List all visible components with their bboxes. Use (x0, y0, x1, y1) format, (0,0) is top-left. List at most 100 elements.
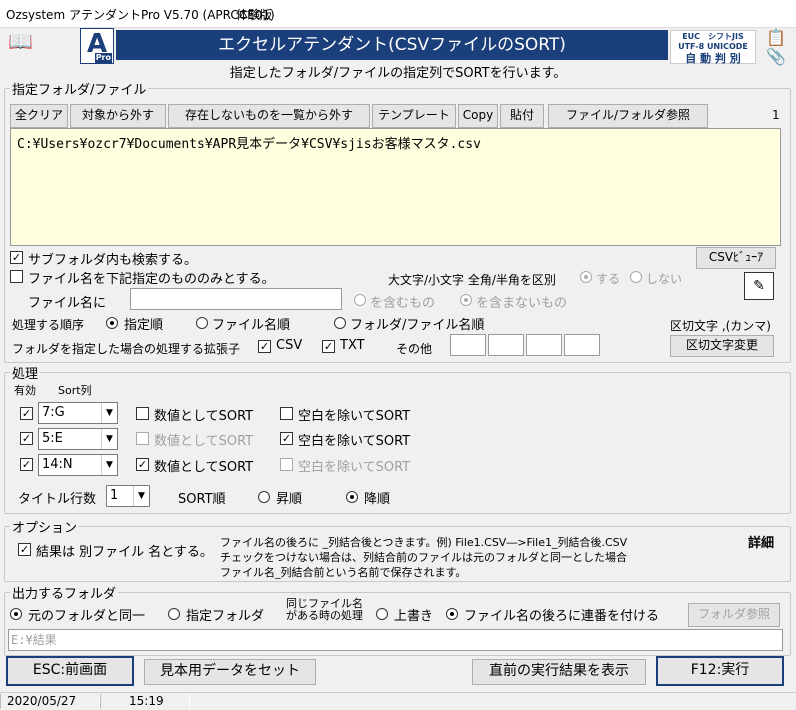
title-bar: Ozsystem アテンダントPro V5.70 (APRCCE01) 体験版 (0, 0, 796, 28)
order-filename-radio[interactable] (196, 317, 208, 329)
ext-other-input-1[interactable] (450, 334, 486, 356)
name-filter-checkbox[interactable] (10, 270, 23, 283)
row1-enabled-checkbox[interactable]: ✓ (20, 407, 33, 420)
contains-radio[interactable] (354, 294, 366, 306)
case-yes-radio[interactable] (580, 271, 592, 283)
sort-column-header: Sort列 (58, 384, 92, 397)
sort-order-label: SORT順 (178, 492, 226, 507)
case-yes-label: する (596, 272, 621, 286)
output-path-input[interactable]: E:¥結果 (8, 629, 783, 651)
status-bar: 2020/05/27 15:19 (0, 692, 796, 710)
book-icon[interactable]: 📖 (8, 30, 34, 52)
delimiter-change-button[interactable]: 区切文字変更 (670, 335, 774, 357)
overwrite-radio[interactable] (376, 608, 388, 620)
row2-trim-label: 空白を除いてSORT (298, 434, 411, 449)
options-legend: オプション (10, 517, 80, 536)
separate-file-checkbox[interactable]: ✓ (18, 543, 31, 556)
order-specified-radio[interactable] (106, 317, 118, 329)
ext-csv-checkbox[interactable]: ✓ (258, 340, 271, 353)
row3-numeric-label: 数値としてSORT (154, 460, 254, 475)
append-number-radio[interactable] (446, 608, 458, 620)
row2-column-select[interactable]: 5:E ▼ (38, 428, 118, 450)
specified-folder-radio[interactable] (168, 608, 180, 620)
status-time: 15:19 (100, 694, 190, 709)
app-logo: A Pro (80, 28, 114, 64)
case-no-label: しない (646, 272, 683, 286)
detail-link[interactable]: 詳細 (748, 532, 774, 551)
row2-enabled-checkbox[interactable]: ✓ (20, 432, 33, 445)
ext-other-input-4[interactable] (564, 334, 600, 356)
folder-browse-button[interactable]: フォルダ参照 (688, 603, 780, 627)
ext-other-label: その他 (396, 342, 433, 356)
subfolder-label: サブフォルダ内も検索する。 (28, 253, 198, 268)
row3-column-select[interactable]: 14:N ▼ (38, 454, 118, 476)
ext-other-input-2[interactable] (488, 334, 524, 356)
path-list[interactable]: C:¥Users¥ozcr7¥Documents¥APR見本データ¥CSV¥sj… (10, 128, 781, 246)
case-no-radio[interactable] (630, 271, 642, 283)
order-folder-label: フォルダ/ファイル名順 (350, 318, 485, 333)
not-contains-label: を含まないもの (476, 296, 568, 311)
same-folder-radio[interactable] (10, 608, 22, 620)
name-filter-label: ファイル名を下記指定のもののみとする。 (28, 272, 275, 287)
run-button[interactable]: F12:実行 (656, 656, 784, 686)
options-note-3: ファイル名_列結合前という名前で保存されます。 (220, 566, 467, 579)
row3-trim-label: 空白を除いてSORT (298, 460, 411, 475)
row2-numeric-checkbox[interactable] (136, 432, 149, 445)
order-folder-radio[interactable] (334, 317, 346, 329)
desc-radio[interactable] (346, 491, 358, 503)
back-button[interactable]: ESC:前画面 (6, 656, 134, 686)
order-label: 処理する順序 (12, 318, 85, 332)
specified-folder-label: 指定フォルダ (186, 609, 265, 624)
window-title: Ozsystem アテンダントPro V5.70 (APRCCE01) (6, 8, 275, 22)
file-count: 1 (772, 108, 780, 122)
title-rows-select[interactable]: 1 ▼ (106, 485, 150, 507)
status-date: 2020/05/27 (0, 694, 100, 709)
show-last-result-button[interactable]: 直前の実行結果を表示 (472, 659, 646, 685)
ext-txt-label: TXT (340, 338, 365, 353)
ext-other-input-3[interactable] (526, 334, 562, 356)
append-number-label: ファイル名の後ろに連番を付ける (464, 609, 660, 624)
sample-data-button[interactable]: 見本用データをセット (144, 659, 316, 685)
ext-txt-checkbox[interactable]: ✓ (322, 340, 335, 353)
title-rows-label: タイトル行数 (18, 492, 97, 507)
browse-button[interactable]: ファイル/フォルダ参照 (548, 104, 708, 128)
output-legend: 出力するフォルダ (10, 583, 119, 602)
filename-label: ファイル名に (28, 296, 107, 311)
row3-trim-checkbox[interactable] (280, 458, 293, 471)
options-note-1: ファイル名の後ろに _列結合後とつきます。例) File1.CSV―>File1… (220, 536, 628, 549)
process-legend: 処理 (10, 363, 41, 382)
copy-button[interactable]: Copy (458, 104, 498, 128)
row1-trim-label: 空白を除いてSORT (298, 409, 411, 424)
case-label: 大文字/小文字 全角/半角を区別 (388, 273, 556, 287)
row2-trim-checkbox[interactable]: ✓ (280, 432, 293, 445)
ext-label: フォルダを指定した場合の処理する拡張子 (12, 342, 241, 356)
filename-input[interactable] (130, 288, 342, 310)
not-contains-radio[interactable] (460, 294, 472, 306)
enabled-header: 有効 (14, 384, 36, 397)
desc-label: 降順 (364, 492, 391, 507)
same-folder-label: 元のフォルダと同一 (28, 609, 146, 624)
encoding-badge: EUC シフトJIS UTF-8 UNICODE 自 動 判 別 (670, 30, 756, 65)
paste-button[interactable]: 貼付 (500, 104, 544, 128)
remove-button[interactable]: 対象から外す (70, 104, 166, 128)
template-button[interactable]: テンプレート (372, 104, 456, 128)
order-specified-label: 指定順 (124, 318, 164, 333)
row3-enabled-checkbox[interactable]: ✓ (20, 458, 33, 471)
asc-label: 昇順 (276, 492, 303, 507)
asc-radio[interactable] (258, 491, 270, 503)
row1-numeric-checkbox[interactable] (136, 407, 149, 420)
same-name-label: 同じファイル名 がある時の処理 (286, 597, 363, 622)
clear-all-button[interactable]: 全クリア (10, 104, 68, 128)
row3-numeric-checkbox[interactable]: ✓ (136, 458, 149, 471)
subfolder-checkbox[interactable]: ✓ (10, 251, 23, 264)
overwrite-label: 上書き (394, 609, 434, 624)
separate-file-label: 結果は 別ファイル 名とする。 (36, 545, 213, 560)
row1-numeric-label: 数値としてSORT (154, 409, 254, 424)
files-legend: 指定フォルダ/ファイル (10, 79, 149, 98)
csv-viewer-button[interactable]: CSVﾋﾞｭｰｱ (696, 247, 776, 269)
contains-label: を含むもの (370, 296, 436, 311)
erase-icon[interactable]: ✎ (744, 272, 774, 300)
remove-missing-button[interactable]: 存在しないものを一覧から外す (168, 104, 370, 128)
row1-column-select[interactable]: 7:G ▼ (38, 402, 118, 424)
row1-trim-checkbox[interactable] (280, 407, 293, 420)
